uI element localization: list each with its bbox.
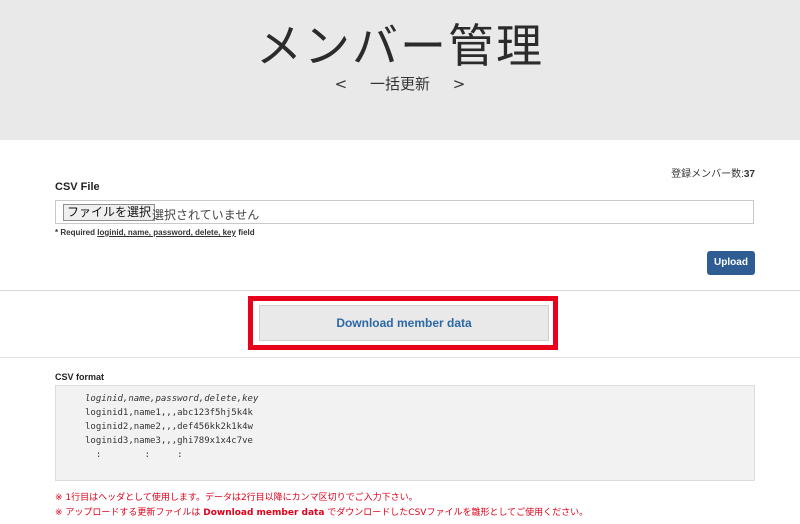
member-count-label: 登録メンバー数: (671, 169, 744, 180)
format-line: loginid1,name1,,,abc123f5hj5k4k (85, 408, 253, 418)
file-status-text: 選択されていません (152, 208, 260, 222)
csv-format-example: loginid,name,password,delete,key loginid… (55, 385, 755, 481)
download-member-data-button[interactable]: Download member data (259, 305, 549, 341)
required-suffix: field (238, 228, 255, 237)
csv-file-input[interactable]: ファイルを選択 選択されていません (55, 200, 754, 224)
section-divider (0, 357, 800, 358)
note-header-row: ※ 1行目はヘッダとして使用します。データは2行目以降にカンマ区切りでご入力下さ… (55, 493, 418, 503)
prev-mode-button[interactable]: < (323, 75, 360, 93)
note-template: ※ アップロードする更新ファイルは Download member data で… (55, 505, 588, 518)
note-template-b: Download member data (203, 508, 325, 518)
member-count-value: 37 (743, 169, 755, 180)
csv-file-label: CSV File (55, 181, 100, 193)
required-prefix: * Required (55, 228, 96, 237)
page-title: メンバー管理 (256, 19, 544, 73)
format-line: loginid,name,password,delete,key (85, 394, 259, 404)
required-fields-list: loginid, name, password, delete, key (97, 228, 236, 237)
upload-button[interactable]: Upload (707, 251, 755, 275)
choose-file-button[interactable]: ファイルを選択 (63, 204, 156, 221)
note-template-a: ※ アップロードする更新ファイルは (55, 508, 204, 518)
member-count: 登録メンバー数:37 (671, 165, 755, 180)
format-line: loginid3,name3,,,ghi789x1x4c7ve (85, 436, 253, 446)
csv-format-label: CSV format (55, 372, 105, 382)
mode-navigator: < 一括更新 > (0, 73, 800, 94)
page-header: メンバー管理 < 一括更新 > (0, 0, 800, 140)
mode-label: 一括更新 (369, 75, 430, 93)
note-template-c: でダウンロードしたCSVファイルを雛形としてご使用ください。 (324, 508, 589, 518)
format-line: loginid2,name2,,,def456kk2k1k4w (85, 422, 253, 432)
format-line: : : : (85, 450, 183, 460)
next-mode-button[interactable]: > (441, 75, 478, 93)
required-fields-note: * Required loginid, name, password, dele… (55, 228, 255, 237)
